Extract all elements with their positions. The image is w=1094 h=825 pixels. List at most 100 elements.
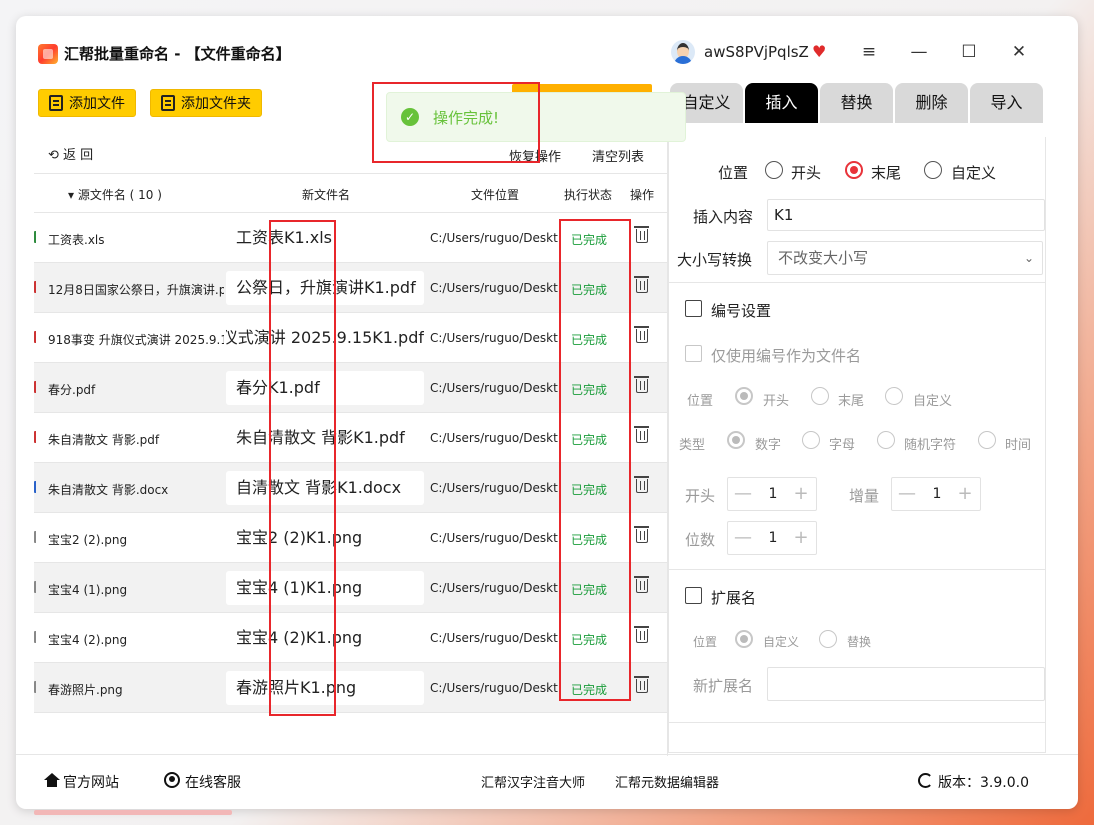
minus-icon[interactable]: —: [894, 478, 920, 510]
footer-bar: 官方网站 在线客服 汇帮汉字注音大师 汇帮元数据编辑器 版本：3.9.0.0: [16, 754, 1078, 809]
trash-icon[interactable]: [634, 376, 649, 393]
type-number-label: 数字: [755, 438, 782, 453]
type-number-radio[interactable]: [727, 431, 745, 449]
numbering-type-label: 类型: [679, 438, 706, 453]
vip-diamond-icon[interactable]: ♥: [812, 42, 826, 61]
app-logo-icon: [38, 44, 58, 64]
numbering-position-start-radio[interactable]: [735, 387, 753, 405]
increment-label: 增量: [849, 487, 880, 505]
trash-icon[interactable]: [634, 526, 649, 543]
trash-icon[interactable]: [634, 276, 649, 293]
file-location: C:/Users/ruguo/Deskt: [430, 281, 558, 295]
close-button[interactable]: ✕: [1006, 40, 1032, 64]
type-random-radio[interactable]: [877, 431, 895, 449]
extension-label: 扩展名: [711, 589, 757, 607]
digits-value: 1: [768, 530, 778, 546]
numbering-checkbox[interactable]: [685, 300, 702, 317]
extension-custom-radio[interactable]: [735, 630, 753, 648]
app-window: 汇帮批量重命名 - 【文件重命名】 awS8PVjPqlsZ ♥ ≡ — ☐ ✕…: [16, 16, 1078, 809]
pinyin-app-link[interactable]: 汇帮汉字注音大师: [481, 772, 585, 791]
extension-replace-label: 替换: [847, 635, 872, 649]
username[interactable]: awS8PVjPqlsZ: [704, 43, 809, 61]
support-icon: [164, 772, 180, 788]
divider: [669, 282, 1045, 283]
position-end-radio[interactable]: [845, 161, 863, 179]
type-letter-radio[interactable]: [802, 431, 820, 449]
minus-icon[interactable]: —: [730, 478, 756, 510]
metadata-app-link[interactable]: 汇帮元数据编辑器: [615, 772, 719, 791]
trash-icon[interactable]: [634, 326, 649, 343]
tab-import[interactable]: 导入: [970, 83, 1043, 123]
extension-checkbox[interactable]: [685, 587, 702, 604]
refresh-icon[interactable]: [918, 773, 933, 788]
menu-icon[interactable]: ≡: [856, 40, 882, 64]
increment-value: 1: [932, 486, 942, 502]
user-avatar[interactable]: [671, 40, 695, 64]
position-start-radio[interactable]: [765, 161, 783, 179]
taskbar-strip: [34, 810, 232, 815]
trash-icon[interactable]: [634, 676, 649, 693]
insert-content-input[interactable]: K1: [767, 199, 1045, 231]
docx-file-icon: [34, 481, 41, 493]
version-text: 版本：3.9.0.0: [938, 775, 1029, 791]
add-folder-label: 添加文件夹: [181, 96, 251, 112]
tab-replace[interactable]: 替换: [820, 83, 893, 123]
trash-icon[interactable]: [634, 626, 649, 643]
increment-stepper[interactable]: — 1 +: [891, 477, 981, 511]
digits-stepper[interactable]: — 1 +: [727, 521, 817, 555]
home-icon: [44, 773, 60, 787]
type-time-radio[interactable]: [978, 431, 996, 449]
pdf-file-icon: [34, 431, 41, 443]
numbering-label: 编号设置: [711, 302, 772, 320]
trash-icon[interactable]: [634, 476, 649, 493]
numbering-position-custom-radio[interactable]: [885, 387, 903, 405]
add-folder-button[interactable]: 添加文件夹: [150, 89, 262, 117]
table-header: ▾ 源文件名 ( 10 ) 新文件名 文件位置 执行状态 操作: [34, 173, 668, 213]
file-location: C:/Users/ruguo/Deskt: [430, 681, 558, 695]
type-time-label: 时间: [1005, 438, 1032, 453]
trash-icon[interactable]: [634, 226, 649, 243]
png-file-icon: [34, 681, 41, 693]
header-source-name[interactable]: ▾ 源文件名 ( 10 ): [68, 186, 162, 203]
tab-delete[interactable]: 删除: [895, 83, 968, 123]
trash-icon[interactable]: [634, 426, 649, 443]
annotation-box-toast: [372, 82, 540, 163]
plus-icon[interactable]: +: [788, 478, 814, 510]
plus-icon[interactable]: +: [788, 522, 814, 554]
new-extension-input[interactable]: [767, 667, 1045, 701]
case-convert-select[interactable]: 不改变大小写 ⌄: [767, 241, 1043, 275]
add-file-button[interactable]: 添加文件: [38, 89, 136, 117]
source-filename: 12月8日国家公祭日，升旗演讲.p: [48, 283, 224, 297]
number-only-checkbox[interactable]: [685, 345, 702, 362]
png-file-icon: [34, 581, 41, 593]
file-location: C:/Users/ruguo/Deskt: [430, 431, 558, 445]
tab-insert[interactable]: 插入: [745, 83, 818, 123]
png-file-icon: [34, 631, 41, 643]
position-custom-radio[interactable]: [924, 161, 942, 179]
type-letter-label: 字母: [829, 438, 856, 453]
insert-content-label: 插入内容: [693, 208, 754, 226]
online-support-link[interactable]: 在线客服: [185, 772, 241, 792]
source-filename: 春分.pdf: [48, 383, 96, 397]
numbering-position-end-radio[interactable]: [811, 387, 829, 405]
divider: [669, 722, 1045, 723]
minus-icon[interactable]: —: [730, 522, 756, 554]
back-label: 返 回: [63, 148, 94, 163]
file-location: C:/Users/ruguo/Deskt: [430, 381, 558, 395]
header-action: 操作: [630, 188, 655, 202]
clear-list-button[interactable]: 清空列表: [592, 146, 644, 165]
case-convert-value: 不改变大小写: [778, 249, 869, 267]
folder-add-icon: [161, 95, 175, 111]
minimize-button[interactable]: —: [906, 40, 932, 64]
maximize-button[interactable]: ☐: [956, 40, 982, 64]
start-stepper[interactable]: — 1 +: [727, 477, 817, 511]
back-button[interactable]: ⟲ 返 回: [48, 144, 93, 163]
numbering-position-end-label: 末尾: [838, 394, 865, 409]
official-website-link[interactable]: 官方网站: [63, 772, 119, 792]
extension-replace-radio[interactable]: [819, 630, 837, 648]
plus-icon[interactable]: +: [952, 478, 978, 510]
type-random-label: 随机字符: [904, 438, 957, 453]
trash-icon[interactable]: [634, 576, 649, 593]
numbering-position-start-label: 开头: [763, 394, 790, 409]
position-start-label: 开头: [791, 164, 822, 182]
